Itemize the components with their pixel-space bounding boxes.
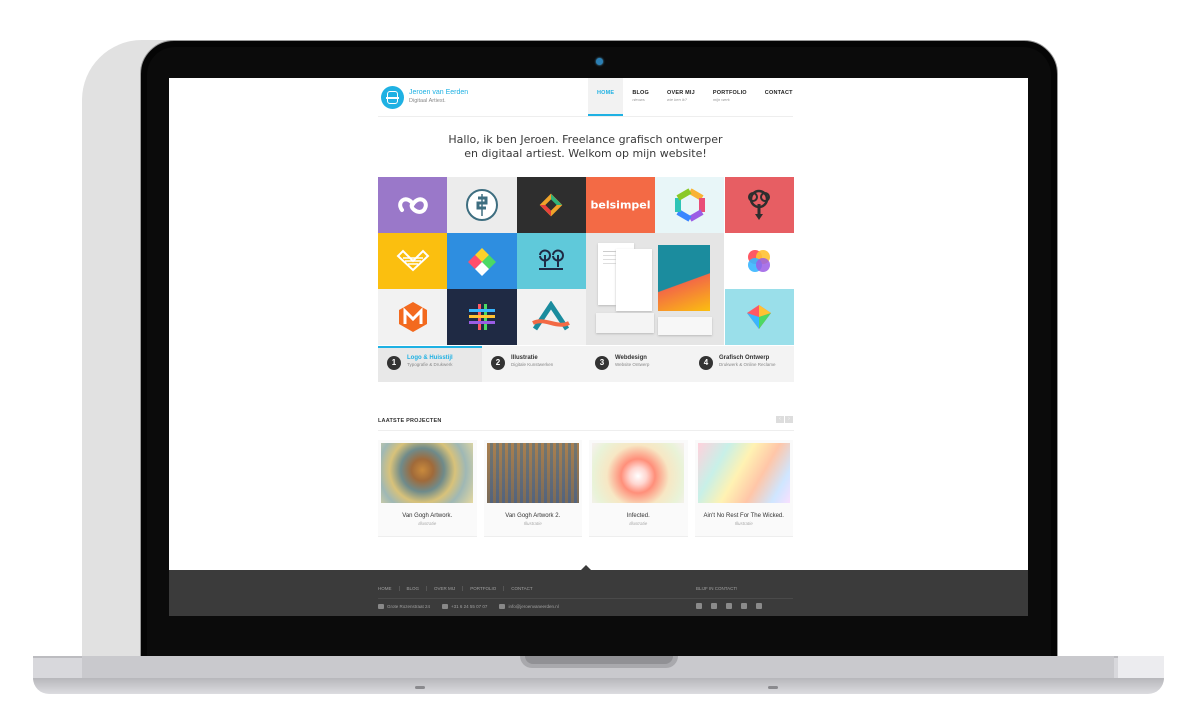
heart-loop-icon	[397, 197, 428, 214]
portfolio-tile[interactable]	[516, 233, 586, 289]
ribbon-icon	[396, 249, 430, 272]
m-hexagon-icon	[398, 302, 427, 332]
portfolio-tile[interactable]	[378, 177, 448, 233]
a-mark-icon	[532, 301, 571, 331]
tab-logo-huisstijl[interactable]: 1 Logo & Huisstijl Typografie & Drukwerk	[378, 346, 482, 382]
next-arrow-icon[interactable]: ›	[785, 416, 793, 423]
project-thumbnail	[592, 443, 685, 503]
nav-home[interactable]: HOME	[588, 78, 624, 116]
footer-link-portfolio[interactable]: PORTFOLIO	[470, 586, 505, 591]
tab-illustratie[interactable]: 2 Illustratie Digitale Kunstwerken	[482, 346, 586, 382]
projects-list: Van Gogh Artwork. Illustratie Van Gogh A…	[378, 440, 794, 537]
portfolio-tile[interactable]	[447, 289, 517, 345]
nav-portfolio[interactable]: PORTFOLIO mijn werk	[704, 78, 756, 116]
home-icon	[378, 604, 384, 609]
intro-text: Hallo, ik ben Jeroen. Freelance grafisch…	[448, 133, 723, 160]
phone-icon	[442, 604, 449, 609]
portfolio-tile[interactable]	[516, 289, 586, 345]
footer-link-home[interactable]: HOME	[378, 586, 400, 591]
portfolio-tile[interactable]	[724, 177, 794, 233]
portfolio-tile[interactable]	[724, 233, 794, 289]
portfolio-tile[interactable]	[447, 177, 517, 233]
website-screen: Jeroen van Eerden Digitaal Artiest. HOME…	[169, 78, 1028, 616]
portfolio-tile[interactable]: belsimpel	[585, 177, 656, 233]
header-divider	[378, 116, 793, 117]
footer-nav: HOME BLOG OVER MIJ PORTFOLIO CONTACT	[378, 586, 547, 591]
prev-arrow-icon[interactable]: ‹	[776, 416, 784, 423]
footer-contact: Grote Rozenstraat 24 +31 6 24 55 07 07 i…	[378, 604, 559, 609]
logo-icon[interactable]	[381, 86, 404, 109]
footer-link-blog[interactable]: BLOG	[407, 586, 428, 591]
twitter-icon[interactable]	[756, 603, 762, 609]
portfolio-grid: belsimpel	[378, 177, 794, 345]
mail-icon	[499, 604, 506, 609]
latest-projects-title: LAATSTE PROJECTEN	[378, 418, 442, 424]
gem-icon	[747, 305, 772, 329]
footer-address: Grote Rozenstraat 24	[387, 604, 431, 609]
project-card[interactable]: Van Gogh Artwork 2. Illustratie	[483, 440, 582, 537]
site-footer: HOME BLOG OVER MIJ PORTFOLIO CONTACT Gro…	[169, 565, 1028, 616]
site-name[interactable]: Jeroen van Eerden	[409, 89, 468, 96]
main-nav: HOME BLOG nieuws OVER MIJ wie ben ik? PO…	[588, 78, 802, 116]
project-card[interactable]: Ain't No Rest For The Wicked. Illustrati…	[694, 440, 793, 537]
nav-blog[interactable]: BLOG nieuws	[623, 78, 658, 116]
portfolio-tile[interactable]	[655, 177, 725, 233]
project-card[interactable]: Infected. Illustratie	[589, 440, 688, 537]
linkedin-icon[interactable]	[726, 603, 732, 609]
envelope-image	[595, 313, 654, 333]
belsimpel-logo: belsimpel	[590, 198, 651, 212]
clover-icon	[748, 250, 771, 272]
site-tagline: Digitaal Artiest.	[409, 98, 446, 104]
portfolio-tile[interactable]	[378, 233, 448, 289]
cross-diamond-icon	[467, 248, 496, 276]
camera-icon	[596, 58, 603, 65]
footer-link-over-mij[interactable]: OVER MIJ	[434, 586, 464, 591]
prism-icon	[539, 193, 563, 217]
social-title: BLIJF IN CONTACT!	[696, 586, 738, 591]
hexagon-ring-icon	[674, 188, 705, 222]
tab-webdesign[interactable]: 3 Webdesign Website Ontwerp	[586, 346, 690, 382]
portfolio-tile[interactable]	[447, 233, 517, 289]
behance-icon[interactable]	[696, 603, 702, 609]
portfolio-tile-stationery[interactable]	[585, 233, 725, 345]
s-badge-icon	[465, 189, 498, 221]
footer-phone[interactable]: +31 6 24 55 07 07	[451, 604, 487, 609]
footer-link-contact[interactable]: CONTACT	[511, 586, 539, 591]
nav-over-mij[interactable]: OVER MIJ wie ben ik?	[658, 78, 704, 116]
dribbble-icon[interactable]	[711, 603, 717, 609]
monogram-icon	[539, 249, 565, 270]
social-icons	[696, 603, 762, 609]
flickr-icon[interactable]	[741, 603, 747, 609]
portfolio-tile[interactable]	[724, 289, 794, 345]
brochure-image	[657, 245, 710, 311]
nav-contact[interactable]: CONTACT	[756, 78, 802, 116]
tree-shovel-icon	[748, 189, 771, 220]
service-tabs: 1 Logo & Huisstijl Typografie & Drukwerk…	[378, 346, 794, 382]
project-thumbnail	[697, 443, 790, 503]
portfolio-tile[interactable]	[378, 289, 448, 345]
carousel-arrows: ‹ ›	[776, 416, 793, 423]
project-thumbnail	[486, 443, 579, 503]
project-thumbnail	[381, 443, 474, 503]
tab-grafisch-ontwerp[interactable]: 4 Grafisch Ontwerp Drukwerk & Online Rec…	[690, 346, 794, 382]
stripes-icon	[468, 304, 495, 330]
portfolio-tile[interactable]	[516, 177, 586, 233]
footer-email[interactable]: info@jeroenvaneerden.nl	[508, 604, 558, 609]
project-card[interactable]: Van Gogh Artwork. Illustratie	[378, 440, 477, 537]
